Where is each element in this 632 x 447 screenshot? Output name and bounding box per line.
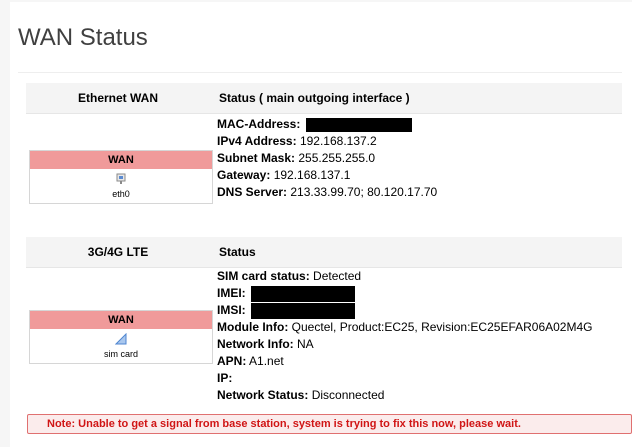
imei-redacted (251, 286, 356, 303)
ip-row: IP: (217, 370, 593, 387)
sim-status-label: SIM card status: (217, 269, 310, 283)
sim-status-row: SIM card status: Detected (217, 268, 593, 285)
dns-row: DNS Server: 213.33.99.70; 80.120.17.70 (217, 184, 437, 201)
subnet-label: Subnet Mask: (217, 151, 296, 165)
ethernet-status-info: MAC-Address: IPv4 Address: 192.168.137.2… (217, 116, 437, 201)
ethernet-interface-card[interactable]: WAN eth0 (29, 150, 213, 204)
lte-section-body: WAN sim card SIM card status: Detected I… (26, 267, 622, 408)
signal-warning-note: Note: Unable to get a signal from base s… (27, 414, 632, 434)
mac-address-redacted (305, 117, 412, 132)
network-info-value: NA (297, 337, 314, 351)
gateway-value: 192.168.137.1 (273, 168, 351, 182)
network-status-value: Disconnected (311, 388, 385, 402)
lte-status-header-label: Status (219, 245, 256, 259)
imsi-row: IMSI: (217, 302, 593, 319)
ethernet-port-icon (30, 171, 212, 187)
dns-label: DNS Server: (217, 185, 288, 199)
ipv4-row: IPv4 Address: 192.168.137.2 (217, 133, 437, 150)
lte-header-label: 3G/4G LTE (87, 245, 149, 259)
interface-device: eth0 (112, 189, 130, 199)
sim-status-value: Detected (313, 269, 362, 283)
module-info-row: Module Info: Quectel, Product:EC25, Revi… (217, 319, 593, 336)
interface-name: WAN (30, 151, 212, 169)
mac-address-label: MAC-Address: (217, 117, 301, 131)
lte-interface-card[interactable]: WAN sim card (29, 310, 213, 364)
dns-value: 213.33.99.70; 80.120.17.70 (290, 185, 438, 199)
apn-row: APN: A1.net (217, 353, 593, 370)
ethernet-status-header-label: Status ( main outgoing interface ) (219, 91, 410, 105)
mac-address-row: MAC-Address: (217, 116, 437, 133)
network-status-label: Network Status: (217, 388, 309, 402)
gateway-label: Gateway: (217, 168, 271, 182)
apn-value: A1.net (249, 354, 284, 368)
lte-section-header: 3G/4G LTE Status (26, 237, 622, 267)
interface-device: sim card (103, 349, 138, 359)
imei-label: IMEI: (217, 286, 246, 300)
ethernet-section-body: WAN eth0 MAC-Address: IPv4 Address: 192.… (26, 113, 622, 224)
title-divider (18, 72, 622, 73)
imsi-redacted (251, 302, 356, 319)
module-info-label: Module Info: (217, 320, 289, 334)
page: WAN Status Ethernet WAN Status ( main ou… (0, 0, 632, 447)
lte-status-info: SIM card status: Detected IMEI: IMSI: Mo… (217, 268, 593, 404)
ipv4-label: IPv4 Address: (217, 134, 297, 148)
network-info-label: Network Info: (217, 337, 294, 351)
subnet-row: Subnet Mask: 255.255.255.0 (217, 150, 437, 167)
gateway-row: Gateway: 192.168.137.1 (217, 167, 437, 184)
imsi-label: IMSI: (217, 303, 246, 317)
ip-label: IP: (217, 371, 233, 385)
subnet-value: 255.255.255.0 (298, 151, 376, 165)
module-info-value: Quectel, Product:EC25, Revision:EC25EFAR… (291, 320, 593, 334)
ethernet-section-header: Ethernet WAN Status ( main outgoing inte… (26, 83, 622, 113)
apn-label: APN: (217, 354, 247, 368)
ethernet-header-label: Ethernet WAN (77, 91, 158, 105)
network-status-row: Network Status: Disconnected (217, 387, 593, 404)
page-title: WAN Status (18, 24, 148, 51)
signal-bars-icon (30, 331, 212, 347)
imei-row: IMEI: (217, 285, 593, 303)
interface-name: WAN (30, 311, 212, 329)
signal-warning-text: Note: Unable to get a signal from base s… (47, 418, 521, 430)
network-info-row: Network Info: NA (217, 336, 593, 353)
ipv4-value: 192.168.137.2 (299, 134, 377, 148)
